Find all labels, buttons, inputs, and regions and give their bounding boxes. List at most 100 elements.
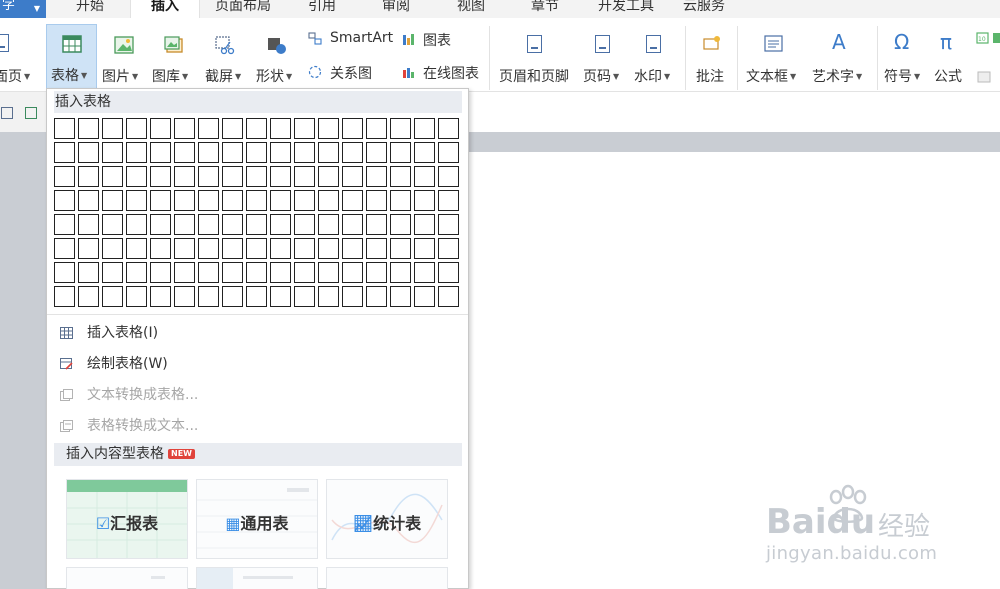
table-grid-cell[interactable] — [102, 142, 123, 163]
table-grid-cell[interactable] — [174, 166, 195, 187]
table-grid-cell[interactable] — [102, 286, 123, 307]
table-grid-cell[interactable] — [198, 238, 219, 259]
table-grid-cell[interactable] — [54, 118, 75, 139]
table-grid-cell[interactable] — [390, 142, 411, 163]
table-grid-cell[interactable] — [126, 166, 147, 187]
table-grid-cell[interactable] — [366, 286, 387, 307]
textbox-button[interactable]: 文本框 ▼ — [746, 32, 804, 90]
page-button[interactable]: 面页 ▼ — [0, 28, 42, 90]
table-grid-cell[interactable] — [270, 142, 291, 163]
table-grid-cell[interactable] — [198, 118, 219, 139]
card-stats-table[interactable]: 📈︎统计表 — [326, 479, 448, 559]
table-grid-cell[interactable] — [222, 142, 243, 163]
table-grid-cell[interactable] — [342, 166, 363, 187]
tab-page-layout[interactable]: 页面布局 — [205, 0, 281, 18]
table-grid-cell[interactable] — [102, 214, 123, 235]
table-grid-cell[interactable] — [126, 214, 147, 235]
table-grid-cell[interactable] — [150, 142, 171, 163]
table-grid-cell[interactable] — [294, 286, 315, 307]
table-grid-cell[interactable] — [78, 214, 99, 235]
table-grid-cell[interactable] — [126, 286, 147, 307]
gallery-button[interactable]: 图库 ▼ — [152, 34, 198, 92]
table-grid-cell[interactable] — [102, 190, 123, 211]
table-grid-cell[interactable] — [222, 286, 243, 307]
table-grid-cell[interactable] — [246, 214, 267, 235]
table-grid-cell[interactable] — [54, 190, 75, 211]
table-grid-cell[interactable] — [294, 142, 315, 163]
app-menu-button[interactable]: 字 ▼ — [0, 0, 46, 18]
tab-cloud[interactable]: 云服务 — [674, 0, 734, 18]
table-size-grid[interactable] — [54, 118, 462, 310]
table-grid-cell[interactable] — [366, 262, 387, 283]
table-grid-cell[interactable] — [294, 118, 315, 139]
table-grid-cell[interactable] — [174, 214, 195, 235]
table-grid-cell[interactable] — [54, 286, 75, 307]
table-grid-cell[interactable] — [342, 286, 363, 307]
table-grid-cell[interactable] — [270, 286, 291, 307]
table-grid-cell[interactable] — [150, 166, 171, 187]
table-grid-cell[interactable] — [246, 262, 267, 283]
online-chart-button[interactable]: 在线图表 — [402, 63, 484, 83]
card-partial-2[interactable] — [196, 567, 318, 589]
table-grid-cell[interactable] — [174, 118, 195, 139]
table-grid-cell[interactable] — [78, 142, 99, 163]
tab-references[interactable]: 引用 — [292, 0, 352, 18]
table-grid-cell[interactable] — [342, 118, 363, 139]
table-grid-cell[interactable] — [318, 118, 339, 139]
table-grid-cell[interactable] — [174, 262, 195, 283]
table-grid-cell[interactable] — [342, 238, 363, 259]
table-grid-cell[interactable] — [438, 166, 459, 187]
table-grid-cell[interactable] — [150, 214, 171, 235]
comment-button[interactable]: 批注 — [696, 32, 730, 90]
table-grid-cell[interactable] — [414, 262, 435, 283]
table-grid-cell[interactable] — [294, 190, 315, 211]
table-grid-cell[interactable] — [198, 262, 219, 283]
table-grid-cell[interactable] — [78, 166, 99, 187]
table-grid-cell[interactable] — [150, 118, 171, 139]
table-grid-cell[interactable] — [318, 190, 339, 211]
table-grid-cell[interactable] — [318, 286, 339, 307]
table-grid-cell[interactable] — [54, 214, 75, 235]
table-grid-cell[interactable] — [174, 190, 195, 211]
table-grid-cell[interactable] — [126, 238, 147, 259]
smartart-button[interactable]: SmartArt — [308, 30, 398, 50]
chart-button[interactable]: 图表 — [402, 30, 462, 50]
table-grid-cell[interactable] — [366, 166, 387, 187]
table-grid-cell[interactable] — [126, 190, 147, 211]
table-grid-cell[interactable] — [270, 238, 291, 259]
table-grid-cell[interactable] — [102, 262, 123, 283]
table-grid-cell[interactable] — [126, 118, 147, 139]
table-grid-cell[interactable] — [222, 166, 243, 187]
table-grid-cell[interactable] — [198, 190, 219, 211]
menu-item-draw-table[interactable]: 绘制表格(W) — [47, 349, 468, 379]
table-grid-cell[interactable] — [294, 262, 315, 283]
table-grid-cell[interactable] — [246, 142, 267, 163]
table-grid-cell[interactable] — [246, 118, 267, 139]
menu-item-insert-table[interactable]: 插入表格(I) — [47, 318, 468, 348]
table-grid-cell[interactable] — [318, 166, 339, 187]
preview-icon[interactable] — [25, 107, 37, 119]
page-number-button[interactable]: 页码 ▼ — [583, 32, 625, 90]
table-grid-cell[interactable] — [78, 238, 99, 259]
table-grid-cell[interactable] — [222, 262, 243, 283]
wordart-button[interactable]: A 艺术字 ▼ — [812, 30, 870, 90]
table-grid-cell[interactable] — [366, 190, 387, 211]
table-grid-cell[interactable] — [54, 262, 75, 283]
tab-view[interactable]: 视图 — [441, 0, 501, 18]
table-grid-cell[interactable] — [54, 142, 75, 163]
table-grid-cell[interactable] — [270, 190, 291, 211]
table-grid-cell[interactable] — [438, 118, 459, 139]
table-grid-cell[interactable] — [102, 118, 123, 139]
table-grid-cell[interactable] — [222, 238, 243, 259]
table-grid-cell[interactable] — [78, 118, 99, 139]
table-grid-cell[interactable] — [294, 166, 315, 187]
table-grid-cell[interactable] — [150, 286, 171, 307]
table-grid-cell[interactable] — [54, 166, 75, 187]
symbol-button[interactable]: Ω 符号 ▼ — [884, 30, 928, 90]
table-grid-cell[interactable] — [414, 286, 435, 307]
table-grid-cell[interactable] — [342, 262, 363, 283]
relation-chart-button[interactable]: 关系图 — [308, 63, 388, 83]
table-grid-cell[interactable] — [342, 190, 363, 211]
table-grid-cell[interactable] — [318, 142, 339, 163]
card-general-table[interactable]: ▦通用表 — [196, 479, 318, 559]
